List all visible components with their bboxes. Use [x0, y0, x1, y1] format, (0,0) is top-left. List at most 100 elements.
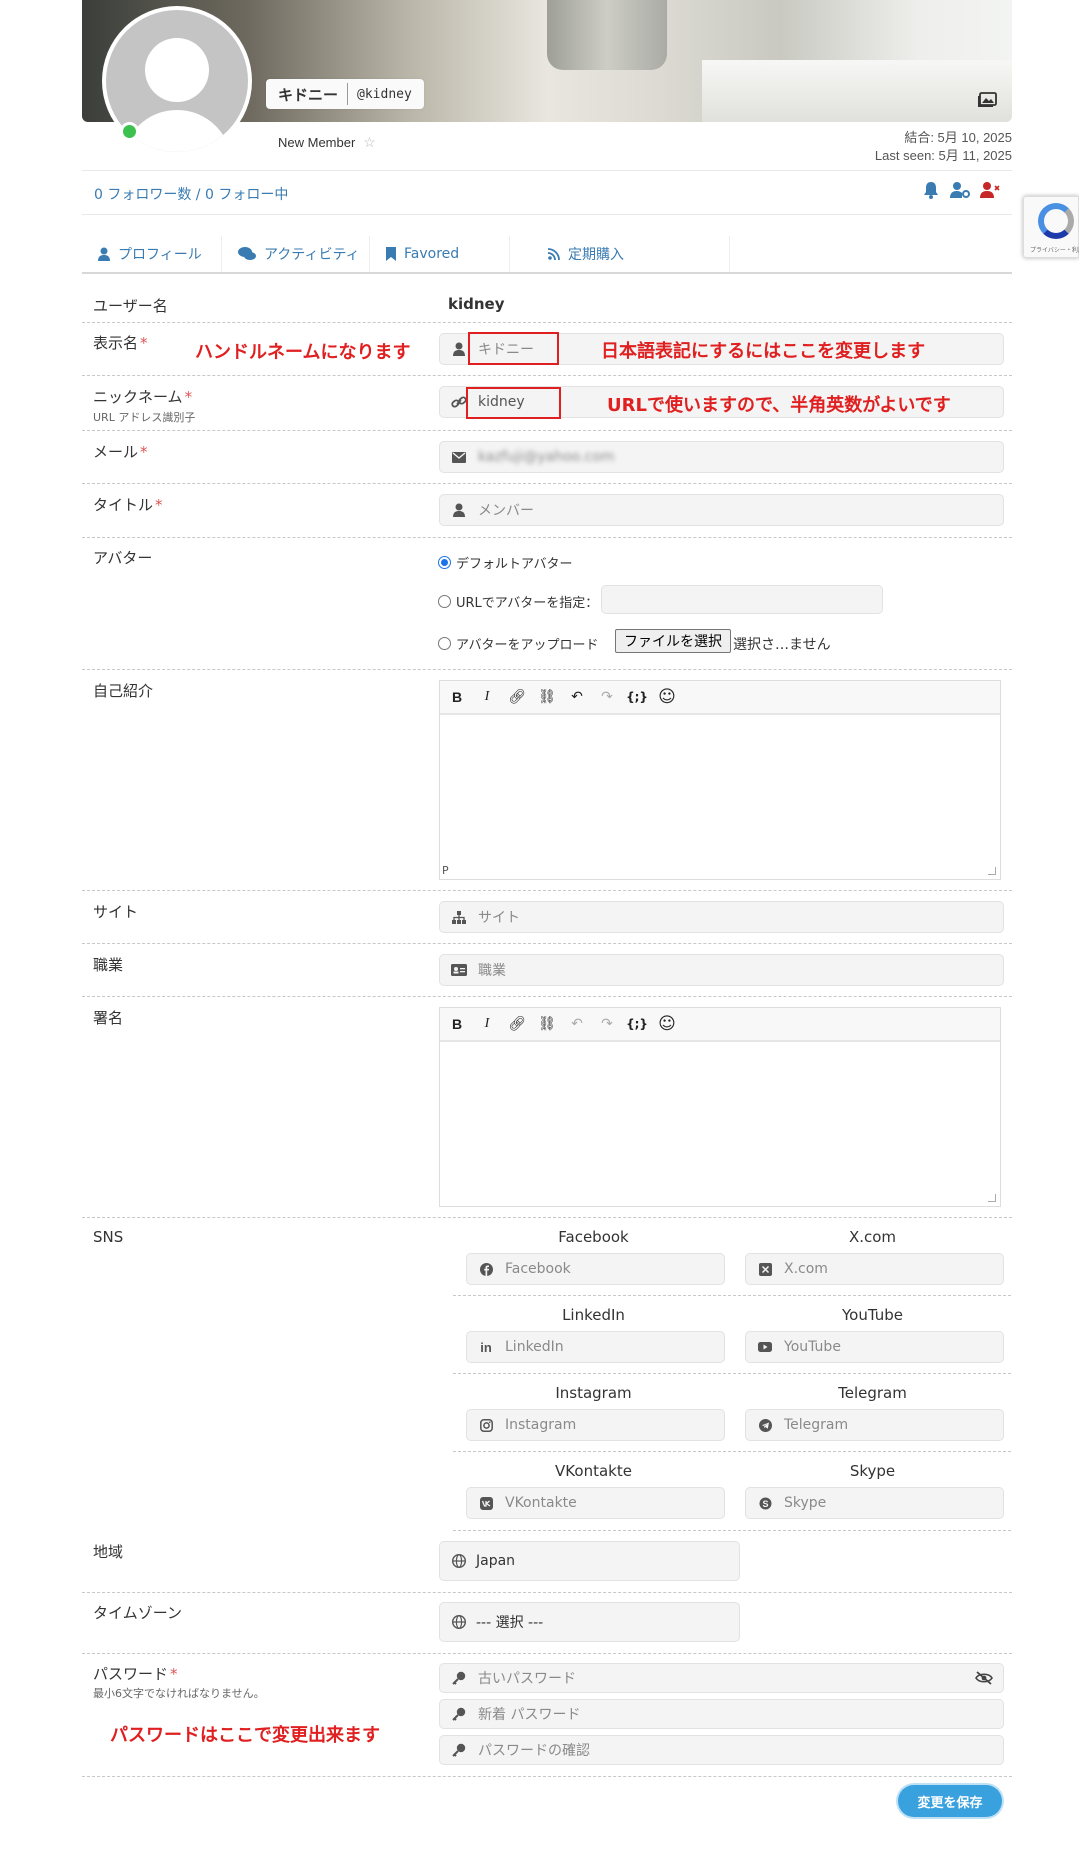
tab-activity[interactable]: アクティビティ	[222, 236, 370, 272]
old-password-input[interactable]: 古いパスワード	[439, 1663, 1004, 1693]
username-handle: @kidney	[357, 86, 412, 102]
follow-counts[interactable]: 0 フォロワー数 / 0 フォロー中	[94, 184, 288, 204]
undo-icon[interactable]: ↶	[568, 1015, 586, 1033]
sns-heading-telegram: Telegram	[838, 1384, 907, 1402]
recaptcha-badge[interactable]: プライバシー・利用規約	[1023, 196, 1079, 258]
site-input[interactable]: サイト	[439, 901, 1004, 933]
sns-heading-facebook: Facebook	[558, 1228, 629, 1246]
envelope-icon	[452, 451, 466, 463]
linkedin-input[interactable]: in LinkedIn	[466, 1331, 725, 1363]
sns-label: SNS	[93, 1228, 124, 1246]
tab-subscriptions[interactable]: 定期購入	[510, 236, 730, 272]
highlight-box-display-name	[468, 332, 559, 365]
user-icon	[453, 503, 465, 517]
eye-slash-icon[interactable]	[975, 1671, 993, 1685]
bold-icon[interactable]: B	[448, 688, 466, 706]
instagram-input[interactable]: Instagram	[466, 1409, 725, 1441]
bell-icon[interactable]	[922, 181, 940, 199]
unlink-icon[interactable]: ⛓	[538, 1015, 556, 1033]
x-input[interactable]: X.com	[745, 1253, 1004, 1285]
x-icon	[758, 1262, 772, 1276]
sns-heading-instagram: Instagram	[555, 1384, 632, 1402]
avatar-option-upload[interactable]: アバターをアップロード	[438, 634, 598, 653]
radio-button[interactable]	[438, 556, 451, 569]
radio-button[interactable]	[438, 595, 451, 608]
resize-handle[interactable]	[988, 1194, 996, 1202]
link-icon	[451, 396, 467, 408]
facebook-input[interactable]: Facebook	[466, 1253, 725, 1285]
radio-button[interactable]	[438, 637, 451, 650]
sns-heading-skype: Skype	[849, 1462, 896, 1480]
key-icon	[452, 1743, 466, 1757]
about-label: 自己紹介	[93, 682, 154, 700]
italic-icon[interactable]: I	[478, 688, 496, 706]
italic-icon[interactable]: I	[478, 1015, 496, 1033]
nickname-sublabel: URL アドレス識別子	[93, 411, 196, 424]
youtube-input[interactable]: YouTube	[745, 1331, 1004, 1363]
annotation-url-usage: URLで使いますので、半角英数がよいです	[607, 395, 951, 416]
username-value: kidney	[448, 295, 505, 313]
resize-handle[interactable]	[988, 867, 996, 875]
avatar-label: アバター	[93, 549, 153, 567]
vkontakte-input[interactable]: VKontakte	[466, 1487, 725, 1519]
title-label: タイトル *	[93, 496, 163, 514]
instagram-icon	[479, 1418, 493, 1432]
bookmark-icon	[386, 247, 396, 261]
rss-icon	[548, 248, 560, 260]
key-icon	[452, 1707, 466, 1721]
vk-icon	[479, 1496, 493, 1510]
avatar-url-input[interactable]	[601, 585, 883, 614]
globe-icon	[452, 1554, 466, 1568]
editor-path-status: P	[442, 864, 449, 877]
bold-icon[interactable]: B	[448, 1015, 466, 1033]
email-label: メール *	[93, 443, 148, 461]
last-seen: Last seen: 5月 11, 2025	[874, 148, 1012, 163]
skype-input[interactable]: S Skype	[745, 1487, 1004, 1519]
location-label: 地域	[93, 1543, 124, 1561]
code-icon[interactable]: {;}	[626, 688, 648, 706]
online-status-dot	[120, 122, 139, 141]
save-changes-button[interactable]: 変更を保存	[898, 1785, 1002, 1817]
comments-icon	[238, 247, 256, 260]
new-password-input[interactable]: 新着 パスワード	[439, 1699, 1004, 1729]
occupation-input[interactable]: 職業	[439, 954, 1004, 986]
svg-text:S: S	[762, 1498, 768, 1508]
link-icon[interactable]: 🔗︎	[508, 688, 526, 706]
user-icon	[453, 342, 465, 356]
file-select-button[interactable]: ファイルを選択	[615, 629, 731, 653]
password-sublabel: 最小6文字でなければなりません。	[93, 1687, 265, 1700]
signature-label: 署名	[93, 1009, 124, 1027]
tab-favored[interactable]: Favored	[370, 236, 510, 272]
emoji-icon[interactable]: ☺	[658, 1014, 676, 1034]
redo-icon[interactable]: ↷	[598, 688, 616, 706]
code-icon[interactable]: {;}	[626, 1015, 648, 1033]
email-input[interactable]: kazfuji@yahoo.com	[439, 441, 1004, 473]
display-name-label: 表示名 *	[93, 334, 148, 352]
annotation-handle-name: ハンドルネームになります	[195, 342, 411, 363]
location-select[interactable]: Japan	[439, 1541, 740, 1581]
join-info: 結合: 5月 10, 2025 Last seen: 5月 11, 2025	[875, 129, 1012, 165]
undo-icon[interactable]: ↶	[568, 688, 586, 706]
editor-toolbar: B I 🔗︎ ⛓ ↶ ↷ {;} ☺	[440, 1008, 1000, 1042]
confirm-password-input[interactable]: パスワードの確認	[439, 1735, 1004, 1765]
link-icon[interactable]: 🔗︎	[508, 1015, 526, 1033]
title-input[interactable]: メンバー	[439, 494, 1004, 526]
tab-profile[interactable]: プロフィール	[82, 236, 222, 272]
telegram-input[interactable]: Telegram	[745, 1409, 1004, 1441]
site-label: サイト	[93, 903, 139, 921]
signature-editor[interactable]: B I 🔗︎ ⛓ ↶ ↷ {;} ☺	[439, 1007, 1001, 1207]
timezone-select[interactable]: --- 選択 ---	[439, 1602, 740, 1642]
redo-icon[interactable]: ↷	[598, 1015, 616, 1033]
images-icon[interactable]	[977, 92, 997, 108]
user-icon	[98, 247, 110, 261]
emoji-icon[interactable]: ☺	[658, 687, 676, 707]
id-card-icon	[451, 964, 467, 976]
user-block-icon[interactable]	[980, 181, 1000, 199]
avatar-option-url[interactable]: URLでアバターを指定：	[438, 592, 598, 611]
user-settings-icon[interactable]	[950, 181, 970, 199]
avatar-option-default[interactable]: デフォルトアバター	[438, 553, 572, 572]
youtube-icon	[758, 1342, 772, 1352]
about-editor[interactable]: B I 🔗︎ ⛓ ↶ ↷ {;} ☺ P	[439, 680, 1001, 880]
telegram-icon	[758, 1418, 772, 1432]
unlink-icon[interactable]: ⛓	[538, 688, 556, 706]
